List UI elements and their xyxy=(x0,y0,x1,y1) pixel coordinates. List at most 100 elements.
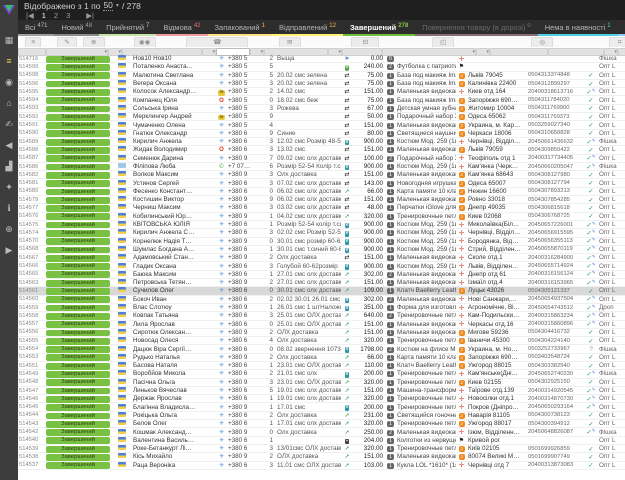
table-row[interactable]: 514594ЗавершенийКомпанец ЮляO+380 5018.0… xyxy=(18,96,625,104)
dashboard-icon[interactable]: ▦ xyxy=(2,34,16,46)
table-row[interactable]: 514579ЗавершенийКостишин Виктор✳+380 990… xyxy=(18,196,625,204)
tab-всі[interactable]: Всі471 xyxy=(18,20,54,36)
table-row[interactable]: 514575ЗавершенийКВІТОВСЬКА ЮЛІЯ✳+380 61Р… xyxy=(18,221,625,229)
info-icon[interactable]: ℹ xyxy=(2,202,16,214)
table-row[interactable]: 514538ЗавершенийКісь Михайло✳+380 92ОЛХ … xyxy=(18,453,625,461)
payment-card-icon: ➚ xyxy=(344,430,349,436)
table-row[interactable]: 514544ЗавершенийРокіцька Ольга✳+380 62Ол… xyxy=(18,412,625,420)
tab-відправлений[interactable]: Відправлений12 xyxy=(272,20,343,36)
order-id-cell: 514596 xyxy=(18,81,45,87)
table-row[interactable]: 514563ЗавершенийПетровська Тетян…✳+380 9… xyxy=(18,279,625,287)
tab-новий[interactable]: Новий48 xyxy=(54,20,99,36)
video-icon[interactable]: ▶ xyxy=(2,244,16,256)
table-row[interactable]: 514587ЗавершенийСеменюк Дарина✳+380 9709… xyxy=(18,155,625,163)
table-row[interactable]: 514556ЗавершенийСиротюк Олексан…✳+380 92… xyxy=(18,329,625,337)
price-cell: 151.00 xyxy=(353,321,385,328)
check-icon: ✓ xyxy=(588,446,593,453)
table-row[interactable]: 514565ЗавершенийБаюка Максим✳+380 6127.0… xyxy=(18,271,625,279)
payment-cell: ₴ xyxy=(341,63,353,71)
tab-завершений[interactable]: Завершений278 xyxy=(343,20,415,36)
page-size-dropdown-arrow[interactable]: ▾ xyxy=(116,2,119,9)
table-row[interactable]: 514581ЗавершенийУстинов Сергей✳+380 6307… xyxy=(18,179,625,187)
table-row[interactable]: 514598ЗавершенийМалютина Светлана✳+380 5… xyxy=(18,72,625,80)
table-row[interactable]: 514588ЗавершенийЖидак ВолодимирO+380 631… xyxy=(18,146,625,154)
ttn-cell: 20400316153965 xyxy=(527,280,584,286)
price-cell: 900.00 xyxy=(353,229,385,236)
settings-icon[interactable]: ✦ xyxy=(2,181,16,193)
table-row[interactable]: 514537ЗавершенийРаца Вероніка✳+380 6311.… xyxy=(18,462,625,470)
tab-прийнятий[interactable]: Прийнятий7 xyxy=(99,20,156,36)
tab-повернення-товару-в-дорозі-[interactable]: Повернення товару (в дорозі)0 xyxy=(415,20,537,36)
table-row[interactable]: 514545ЗавершенийБлагінна Владисла…✳+380 … xyxy=(18,403,625,411)
table-row[interactable]: 514586ЗавершенийФіліпова Люба✆+7 07…6Роз… xyxy=(18,163,625,171)
table-row[interactable]: 514547ЗавершенийЛиньков Вячеслав✳+380 65… xyxy=(18,387,625,395)
statistics-icon[interactable]: ▟ xyxy=(2,160,16,172)
table-row[interactable]: 514560ЗавершенийБокоч Иван✳+380 6202.02 … xyxy=(18,296,625,304)
page-button-1[interactable]: 1 xyxy=(42,11,46,20)
status-badge: Завершений xyxy=(46,255,110,262)
table-row[interactable]: 514576ЗавершенийКобилинський Юр…✳+380 91… xyxy=(18,213,625,221)
table-row[interactable]: 514577ЗавершенийЧерниш Максим✳+380 6303.… xyxy=(18,204,625,212)
first-page-button[interactable]: |◀ xyxy=(26,11,34,20)
table-row[interactable]: 514553ЗавершенийРудько Наталья✳+380 92Ол… xyxy=(18,354,625,362)
table-row[interactable]: 514549ЗавершенийВоробйов Микола✳+380 622… xyxy=(18,370,625,378)
tab-відмова[interactable]: Відмова42 xyxy=(156,20,207,36)
status-badge: Завершений xyxy=(46,180,110,187)
store-icon[interactable]: ⌂ xyxy=(2,97,16,109)
orders-icon[interactable]: ≡ xyxy=(2,55,16,67)
table-row[interactable]: 514555ЗавершенийНовосад Олеся✳+380 64Олх… xyxy=(18,337,625,345)
table-row[interactable]: 514590ЗавершенийГнатюк Олександр✳+380 69… xyxy=(18,130,625,138)
tab-count: 12 xyxy=(329,23,336,29)
table-row[interactable]: 514567ЗавершенийАдамовський Стан…✳+380 9… xyxy=(18,254,625,262)
ttn-status-cell: ✓ xyxy=(584,287,598,295)
table-row[interactable]: 514557ЗавершенийЛила Ярослав✳+380 6025.0… xyxy=(18,321,625,329)
table-row[interactable]: 514589ЗавершенийКирилич Анжела✳+380 6312… xyxy=(18,138,625,146)
tab-нема-в-наявності[interactable]: Нема в наявності1 xyxy=(538,20,618,36)
table-row[interactable]: 514566ЗавершенийГладик Оксана✳+380 63Гол… xyxy=(18,262,625,270)
hand-icon[interactable]: ✍ xyxy=(2,118,16,130)
source-cell: ✳ xyxy=(216,155,227,162)
site-icon[interactable]: ⊕ xyxy=(2,223,16,235)
phone-cell: +380 9 xyxy=(227,329,262,336)
table-row[interactable]: 514539ЗавершенийРоке-Бетанкурт Лі…✳+380 … xyxy=(18,445,625,453)
table-row[interactable]: 514596ЗавершенийВегера Оксана✳+380 5320.… xyxy=(18,80,625,88)
table-row[interactable]: 514599ЗавершенийПоталенко Анаста…✳+380 5… xyxy=(18,63,625,71)
clients-icon[interactable]: ◉ xyxy=(2,76,16,88)
table-row[interactable]: 514580ЗавершенийФесенко Констант…✳+380 6… xyxy=(18,188,625,196)
price-cell: 151.00 xyxy=(353,279,385,286)
source-star-icon: ✳ xyxy=(219,463,224,469)
table-row[interactable]: 514716ЗавершенийНов10 Нов10✳+380 52Выща➤… xyxy=(18,55,625,63)
table-row[interactable]: 514591ЗавершенийЧумаченко Олена✳+380 54⇄… xyxy=(18,121,625,129)
order-id-cell: 514580 xyxy=(18,188,45,194)
table-row[interactable]: 514558ЗавершенийКовпак Татьяна✳+380 6325… xyxy=(18,312,625,320)
table-row[interactable]: 514546ЗавершенийДержак Ярослав✳+380 6119… xyxy=(18,395,625,403)
table-row[interactable]: 514542ЗавершенийКошмак Александ…✳+380 90… xyxy=(18,428,625,436)
city-cell: Кам'янське(Дні… xyxy=(467,370,527,377)
page-button-2[interactable]: 2 xyxy=(54,11,58,20)
table-row[interactable]: 514595ЗавершенийКолосок Александр…is+380… xyxy=(18,88,625,96)
source-cell: ✳ xyxy=(216,462,227,469)
tab-самовивіз[interactable]: Самовивіз2 xyxy=(618,20,625,36)
app-logo[interactable] xyxy=(0,0,18,20)
table-row[interactable]: 514551ЗавершенийБасова Наталя✳+380 6123.… xyxy=(18,362,625,370)
last-page-button[interactable]: ▶| xyxy=(86,11,94,20)
table-row[interactable]: 514561ЗавершенийСучилов Олег✳+380 6030.0… xyxy=(18,287,625,295)
table-row[interactable]: 514548ЗавершенийПасічна Ольга✳+380 9323.… xyxy=(18,379,625,387)
status-cell: Завершений xyxy=(45,204,117,212)
table-row[interactable]: 514543ЗавершенийБелов Олег✳+380 6117.01 … xyxy=(18,420,625,428)
table-row[interactable]: 514574ЗавершенийКирилич Анжела С…✳+380 6… xyxy=(18,229,625,237)
page-size-dropdown[interactable]: 50 xyxy=(103,0,112,11)
table-row[interactable]: 514592ЗавершенийМерклингер Андрейis+380 … xyxy=(18,113,625,121)
table-row[interactable]: 514582ЗавершенийВолков Максим✳+380 93Олх… xyxy=(18,171,625,179)
table-row[interactable]: 514570ЗавершенийКорнелюк Надія Т…✳+380 9… xyxy=(18,238,625,246)
source-star-icon: ✳ xyxy=(219,239,224,245)
table-row[interactable]: 514559ЗавершенийВлас Слотюу✳+380 9126.01… xyxy=(18,304,625,312)
city-cell: Кривой рог xyxy=(467,437,527,444)
page-button-3[interactable]: 3 xyxy=(66,11,70,20)
table-row[interactable]: 514554ЗавершенийДацюк Віра Сергії…✳+380 … xyxy=(18,345,625,353)
tab-запакований[interactable]: Запакований1 xyxy=(208,20,272,36)
table-row[interactable]: 514540ЗавершенийВалентина Василь…✳+380 6… xyxy=(18,437,625,445)
marketing-icon[interactable]: ◀ xyxy=(2,139,16,151)
table-row[interactable]: 514568ЗавершенийШумлас Богдана А…✳+380 6… xyxy=(18,246,625,254)
table-row[interactable]: 514593ЗавершенийСольська Ірина✳+380 53Ро… xyxy=(18,105,625,113)
